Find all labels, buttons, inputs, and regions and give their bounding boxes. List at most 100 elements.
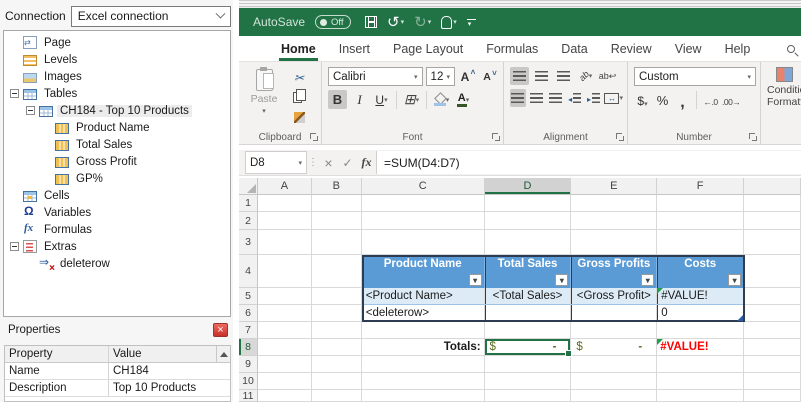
decrease-decimal-button[interactable] (722, 90, 740, 109)
save-button[interactable] (361, 16, 378, 28)
cell-C8[interactable]: Totals: (361, 339, 485, 356)
row-header-4[interactable]: 4 (239, 255, 258, 288)
conditional-formatting-button[interactable]: Conditional Formatting (767, 67, 801, 108)
ribbon-tab[interactable]: View (675, 36, 702, 61)
cell-D4[interactable]: Total Sales (484, 255, 572, 288)
cell-D1[interactable] (484, 195, 572, 212)
cell-G8[interactable] (744, 339, 801, 356)
cell-A9[interactable] (257, 356, 312, 373)
bold-button[interactable]: B (328, 90, 347, 109)
cell-F1[interactable] (657, 195, 745, 212)
column-header-B[interactable]: B (311, 178, 362, 195)
cell-E10[interactable] (571, 373, 658, 390)
cell-E8[interactable]: $ - (571, 339, 658, 356)
tree-item[interactable]: GP% (4, 170, 230, 187)
center-button[interactable] (529, 89, 545, 107)
cell-A2[interactable] (257, 212, 312, 230)
row-header-9[interactable]: 9 (239, 356, 258, 373)
tree-item[interactable]: deleterow (4, 255, 230, 274)
column-header-C[interactable]: C (361, 178, 485, 195)
tree-item[interactable]: Total Sales (4, 136, 230, 153)
decrease-indent-button[interactable] (567, 89, 583, 107)
column-header-E[interactable]: E (571, 178, 658, 195)
font-name-dropdown[interactable]: Calibri (328, 67, 423, 86)
row-header-2[interactable]: 2 (239, 212, 258, 230)
cell-C1[interactable] (361, 195, 485, 212)
cell-B3[interactable] (311, 230, 362, 255)
cell-B10[interactable] (311, 373, 362, 390)
merge-center-button[interactable] (604, 89, 623, 107)
comma-style-button[interactable]: , (674, 90, 691, 111)
cell-B11[interactable] (311, 390, 362, 402)
cell-D3[interactable] (484, 230, 572, 255)
cell-B6[interactable] (311, 305, 362, 322)
tree-item[interactable]: Page (4, 34, 230, 51)
row-header-11[interactable]: 11 (239, 390, 258, 402)
cell-F11[interactable] (657, 390, 745, 402)
autosave-toggle[interactable]: Off (315, 15, 352, 29)
increase-indent-button[interactable] (586, 89, 602, 107)
top-align-button[interactable] (510, 67, 529, 85)
row-header-7[interactable]: 7 (239, 322, 258, 339)
cell-E5[interactable]: <Gross Profit> (571, 288, 658, 305)
cell-F3[interactable] (657, 230, 745, 255)
cell-G10[interactable] (744, 373, 801, 390)
cell-A8[interactable] (257, 339, 312, 356)
cell-F6[interactable]: 0 (657, 305, 745, 322)
redo-button[interactable]: ▾ (414, 13, 432, 31)
cell-C3[interactable] (361, 230, 485, 255)
cell-D2[interactable] (484, 212, 572, 230)
cell-B9[interactable] (311, 356, 362, 373)
cell-C5[interactable]: <Product Name> (361, 288, 485, 305)
row-header-3[interactable]: 3 (239, 230, 258, 255)
bottom-align-button[interactable] (554, 67, 573, 85)
tree-item[interactable]: Tables (4, 85, 230, 102)
collapse-icon[interactable] (10, 89, 19, 98)
cell-B4[interactable] (311, 255, 362, 288)
cancel-button[interactable] (319, 150, 338, 175)
font-color-button[interactable]: A (454, 90, 473, 109)
dialog-launcher-icon[interactable] (749, 133, 758, 142)
name-box[interactable]: D8 (245, 151, 307, 174)
cell-C10[interactable] (361, 373, 485, 390)
cell-D9[interactable] (484, 356, 572, 373)
cell-E9[interactable] (571, 356, 658, 373)
middle-align-button[interactable] (532, 67, 551, 85)
cell-D6[interactable] (484, 305, 572, 322)
cell-D10[interactable] (484, 373, 572, 390)
tree-item[interactable]: Levels (4, 51, 230, 68)
tree-item[interactable]: Cells (4, 187, 230, 204)
formula-input[interactable]: =SUM(D4:D7) (376, 151, 801, 174)
insert-function-button[interactable]: fx (357, 150, 376, 175)
ribbon-tab[interactable]: Review (611, 36, 652, 61)
cell-G7[interactable] (744, 322, 801, 339)
collapse-icon[interactable] (26, 106, 35, 115)
tree-item[interactable]: Formulas (4, 221, 230, 238)
cell-C2[interactable] (361, 212, 485, 230)
cell-F10[interactable] (657, 373, 745, 390)
cell-A7[interactable] (257, 322, 312, 339)
row-header-10[interactable]: 10 (239, 373, 258, 390)
close-icon[interactable] (213, 323, 228, 337)
decrease-font-button[interactable]: A (480, 67, 499, 86)
align-left-button[interactable] (510, 89, 526, 107)
increase-font-button[interactable]: A (458, 67, 477, 86)
cell-F2[interactable] (657, 212, 745, 230)
cell-A4[interactable] (257, 255, 312, 288)
collapse-icon[interactable] (10, 242, 19, 251)
cell-E4[interactable]: Gross Profits (571, 255, 658, 288)
ribbon-tab[interactable]: Formulas (486, 36, 538, 61)
borders-button[interactable] (402, 90, 421, 109)
tree-item[interactable]: Gross Profit (4, 153, 230, 170)
cell-G2[interactable] (744, 212, 801, 230)
row-header-1[interactable]: 1 (239, 195, 258, 212)
connection-dropdown[interactable]: Excel connection (70, 5, 231, 27)
cell-G6[interactable] (744, 305, 801, 322)
dialog-launcher-icon[interactable] (492, 133, 501, 142)
filter-icon[interactable] (468, 274, 482, 286)
undo-button[interactable]: ▾ (387, 13, 405, 31)
cell-C4[interactable]: Product Name (361, 255, 485, 288)
accounting-format-button[interactable]: $ (634, 90, 651, 109)
orientation-button[interactable] (576, 67, 595, 85)
ribbon-tab[interactable]: Data (561, 36, 587, 61)
